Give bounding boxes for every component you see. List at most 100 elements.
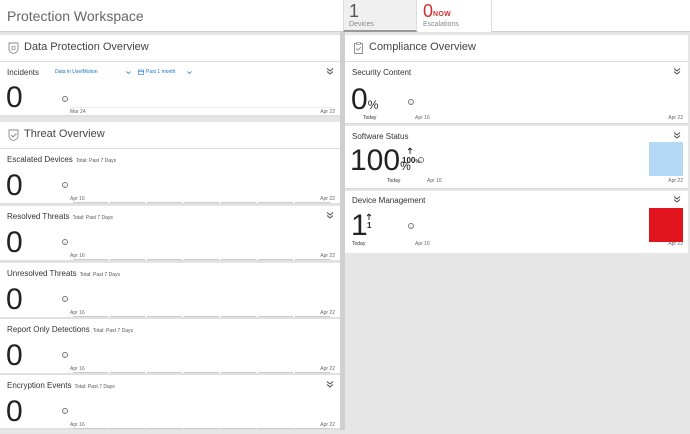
device-management-today: Today: [352, 241, 366, 247]
incidents-start-date: Mar 24: [70, 109, 86, 115]
spark-segment: [73, 372, 108, 373]
threat-card-title: Unresolved Threats Total: Past 7 Days: [7, 269, 120, 278]
info-icon[interactable]: i: [408, 99, 414, 105]
calendar-icon: [138, 69, 144, 75]
incidents-baseline: [70, 107, 334, 108]
incidents-type-select[interactable]: Data in Use/Motion: [55, 69, 98, 75]
compliance-title: Compliance Overview: [369, 41, 476, 53]
threat-card-sparkline: [73, 416, 332, 429]
software-status-title: Software Status: [352, 132, 409, 141]
shield-icon: [8, 42, 19, 54]
incidents-title: Incidents: [7, 68, 40, 77]
spark-segment: [221, 428, 256, 429]
threat-card: Escalated Devices Total: Past 7 Days 0 i Apr…: [0, 149, 340, 205]
spark-segment: [258, 428, 293, 429]
threat-card-end: Apr 22: [320, 253, 335, 259]
threat-card-title: Escalated Devices Total: Past 7 Days: [7, 155, 117, 164]
threat-card-value: 0: [6, 339, 23, 372]
software-status-bar: [649, 142, 683, 176]
threat-overview-title: Threat Overview: [24, 128, 105, 140]
incidents-card: Incidents Data in Use/Motion Past 1 mont…: [0, 62, 340, 117]
left-column: Data Protection Overview Incidents Data …: [0, 35, 340, 430]
spark-segment: [147, 316, 182, 317]
chevron-down-icon[interactable]: [126, 70, 131, 75]
escalations-label: Escalations: [423, 21, 459, 28]
double-chevron-icon[interactable]: [326, 67, 334, 75]
spark-segment: [147, 259, 182, 260]
spark-segment: [147, 202, 182, 203]
info-icon[interactable]: i: [62, 239, 68, 245]
spark-segment: [258, 372, 293, 373]
info-icon[interactable]: i: [62, 296, 68, 302]
spark-segment: [184, 316, 219, 317]
spark-segment: [184, 372, 219, 373]
threat-card-end: Apr 22: [320, 422, 335, 428]
spark-segment: [184, 202, 219, 203]
threat-card: Unresolved Threats Total: Past 7 Days 0 i Ap…: [0, 263, 340, 319]
spark-segment: [184, 259, 219, 260]
threat-card-start: Apr 16: [70, 253, 85, 259]
spark-segment: [295, 372, 330, 373]
spark-segment: [110, 259, 145, 260]
threat-card-value: 0: [6, 395, 23, 428]
threat-card-sparkline: [73, 360, 332, 373]
device-management-title: Device Management: [352, 196, 426, 205]
info-icon[interactable]: i: [62, 182, 68, 188]
threat-card-value: 0: [6, 169, 23, 202]
spark-segment: [147, 428, 182, 429]
device-management-card: Device Management 1 1 i Today Apr 16 Apr…: [345, 191, 688, 253]
software-status-end: Apr 22: [668, 178, 683, 184]
spark-segment: [295, 202, 330, 203]
threat-card-start: Apr 16: [70, 422, 85, 428]
double-chevron-icon[interactable]: [326, 380, 334, 388]
threat-card-start: Apr 16: [70, 196, 85, 202]
software-status-start: Apr 16: [427, 178, 442, 184]
chevron-down-icon[interactable]: [187, 70, 192, 75]
spark-segment: [110, 372, 145, 373]
spark-segment: [221, 202, 256, 203]
tab-devices[interactable]: 1 Devices: [343, 0, 417, 32]
info-icon[interactable]: i: [418, 157, 424, 163]
security-content-title: Security Content: [352, 68, 412, 77]
arrow-up-icon: [366, 213, 372, 220]
info-icon[interactable]: i: [408, 223, 414, 229]
threat-card-title: Encryption Events Total: Past 7 Days: [7, 381, 115, 390]
spark-segment: [110, 202, 145, 203]
device-management-delta: 1: [367, 221, 372, 230]
right-column: Compliance Overview Security Content 0% …: [345, 35, 688, 253]
threat-card-end: Apr 22: [320, 366, 335, 372]
workspace-title: Protection Workspace: [7, 8, 144, 24]
security-content-end: Apr 22: [668, 115, 683, 121]
device-management-start: Apr 16: [415, 241, 430, 247]
devices-label: Devices: [349, 21, 374, 28]
double-chevron-icon[interactable]: [673, 195, 681, 203]
software-status-today: Today: [387, 178, 401, 184]
incidents-value: 0: [6, 81, 23, 114]
shield-check-icon: [8, 129, 19, 141]
spark-segment: [147, 372, 182, 373]
threat-card: Report Only Detections Total: Past 7 Days…: [0, 319, 340, 375]
incidents-range-select[interactable]: Past 1 month: [146, 69, 175, 75]
threat-card-title: Resolved Threats Total: Past 7 Days: [7, 212, 113, 221]
double-chevron-icon[interactable]: [673, 131, 681, 139]
device-management-bar: [649, 208, 683, 242]
security-content-card: Security Content 0% i Today Apr 16 Apr 2…: [345, 62, 688, 124]
arrow-up-icon: [407, 147, 413, 154]
devices-count: 1: [349, 1, 360, 21]
software-status-card: Software Status 100% 100% i Today Apr 16…: [345, 126, 688, 189]
compliance-header: Compliance Overview: [345, 35, 688, 62]
data-protection-title: Data Protection Overview: [24, 41, 149, 53]
info-icon[interactable]: i: [62, 408, 68, 414]
spark-segment: [295, 316, 330, 317]
security-content-start: Apr 16: [415, 115, 430, 121]
threat-card-value: 0: [6, 283, 23, 316]
double-chevron-icon[interactable]: [326, 211, 334, 219]
spark-segment: [184, 428, 219, 429]
spark-segment: [73, 428, 108, 429]
spark-segment: [110, 428, 145, 429]
info-icon[interactable]: i: [62, 96, 68, 102]
threat-card-end: Apr 22: [320, 196, 335, 202]
info-icon[interactable]: i: [62, 352, 68, 358]
double-chevron-icon[interactable]: [673, 67, 681, 75]
tab-escalations[interactable]: 0 NOW Escalations: [418, 0, 492, 32]
